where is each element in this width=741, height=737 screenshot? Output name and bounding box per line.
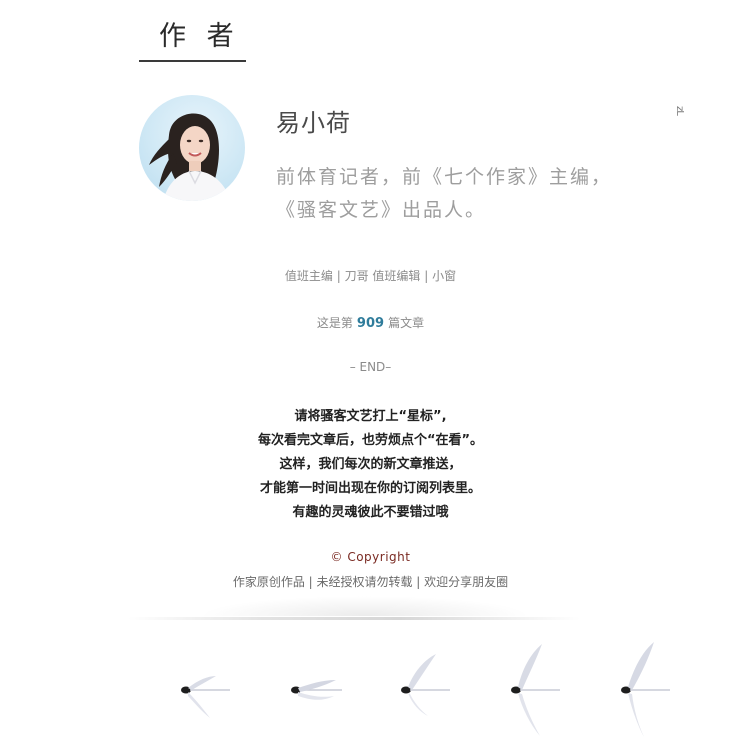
editors-line: 值班主编 | 刀哥 值班编辑 | 小窗 xyxy=(284,269,457,283)
article-count: 这是第 909 篇文章 xyxy=(0,314,741,331)
swallow-icon xyxy=(621,642,670,737)
notice-line: 每次看完文章后，也劳烦点个“在看”。 xyxy=(257,433,484,448)
article-count-prefix: 这是第 xyxy=(316,316,353,330)
author-portrait-image xyxy=(149,113,231,201)
swallow-icon xyxy=(401,654,450,716)
section-title-underline xyxy=(139,60,246,62)
copyright-text: © Copyright xyxy=(330,550,411,564)
swallow-icon xyxy=(181,676,230,718)
article-count-number: 909 xyxy=(356,316,385,331)
author-name: 易小荷 xyxy=(276,109,351,137)
notice-line: 才能第一时间出现在你的订阅列表里。 xyxy=(259,481,481,496)
footer-divider xyxy=(128,617,580,620)
swallow-illustration xyxy=(181,642,670,737)
notice-line: 这样，我们每次的新文章推送， xyxy=(279,457,462,472)
divider-shadow xyxy=(200,596,530,616)
swallow-icon xyxy=(511,644,560,736)
rights-notice: 作家原创作品 | 未经授权请勿转载 | 欢迎分享朋友圈 xyxy=(232,575,509,589)
swallow-icon xyxy=(291,680,342,700)
article-count-suffix: 篇文章 xyxy=(388,316,425,330)
author-bio-line: 前体育记者，前《七个作家》主编， xyxy=(276,166,613,188)
end-marker: – END– xyxy=(349,360,392,374)
author-bio: 前体育记者，前《七个作家》主编， 《骚客文艺》出品人。 xyxy=(276,161,636,227)
author-avatar xyxy=(139,95,245,201)
notice-line: 有趣的灵魂彼此不要错过哦 xyxy=(292,505,449,520)
author-bio-line: 《骚客文艺》出品人。 xyxy=(276,199,487,221)
subscribe-notice: 请将骚客文艺打上“星标”, 每次看完文章后，也劳烦点个“在看”。 这样，我们每次… xyxy=(0,405,741,525)
side-mark: zL xyxy=(674,106,685,115)
notice-line: 请将骚客文艺打上“星标”, xyxy=(294,409,447,424)
section-title: 作 者 xyxy=(159,21,240,52)
